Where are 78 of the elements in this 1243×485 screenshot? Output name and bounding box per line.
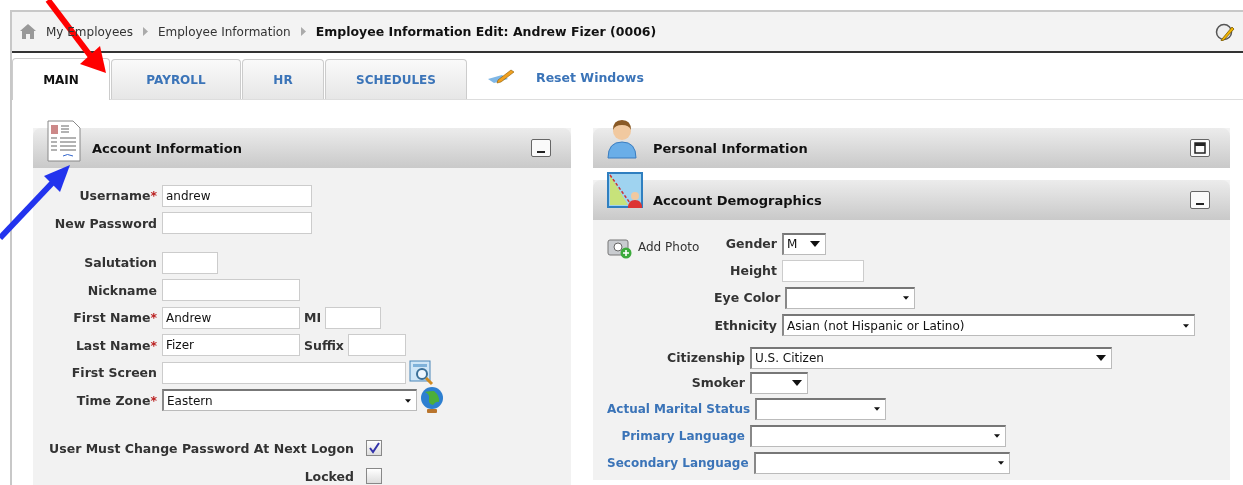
field-label: Username* (78, 188, 158, 204)
text-field[interactable] (347, 334, 406, 357)
field-label: Suffix (303, 337, 345, 353)
pencil-icon (488, 69, 514, 85)
field-label: First Screen (70, 365, 158, 381)
field-label: Time Zone* (75, 392, 158, 408)
reset-windows-link[interactable]: Reset Windows (536, 69, 644, 85)
field-label: New Password (53, 215, 158, 231)
text-field[interactable] (162, 251, 218, 274)
text-field[interactable] (782, 259, 864, 282)
checkbox-label: User Must Change Password At Next Logon (49, 440, 355, 456)
panel-title: Personal Information (653, 140, 808, 156)
home-icon[interactable] (20, 24, 36, 39)
dropdown[interactable] (755, 397, 887, 420)
dropdown[interactable]: U.S. Citizen (750, 346, 1112, 369)
collapse-button[interactable] (531, 139, 551, 157)
chart-person-icon (607, 172, 643, 210)
text-field[interactable] (162, 361, 406, 384)
caret-icon (810, 241, 820, 247)
text-field[interactable]: Andrew (162, 306, 300, 329)
field-label: Primary Language (620, 428, 746, 443)
field-label: Eye Color (714, 290, 782, 305)
panel-title: Account Information (92, 140, 242, 156)
field-label: Gender (724, 236, 778, 251)
caret-icon (1096, 355, 1106, 361)
dropdown[interactable]: M (782, 232, 826, 255)
document-icon (47, 120, 81, 162)
checkbox[interactable] (366, 440, 382, 456)
caret-icon (1183, 323, 1189, 328)
text-field[interactable] (325, 306, 382, 329)
dropdown[interactable] (785, 286, 916, 309)
minus-icon (1196, 202, 1204, 205)
field-label: Secondary Language (607, 455, 750, 470)
field-label: Actual Marital Status (607, 401, 752, 416)
caret-icon (874, 407, 881, 411)
collapse-button[interactable] (1190, 191, 1210, 209)
caret-icon (994, 434, 1000, 438)
field-label: Ethnicity (714, 317, 778, 333)
dropdown[interactable] (753, 451, 1010, 474)
chevron-icon (300, 27, 306, 36)
search-icon[interactable] (409, 359, 435, 386)
person-icon (607, 120, 637, 160)
text-field[interactable] (162, 212, 312, 235)
help-icon[interactable] (1215, 22, 1235, 41)
field-label: MI (303, 310, 323, 326)
dropdown[interactable]: Asian (not Hispanic or Latino) (782, 314, 1195, 336)
field-label: Salutation (83, 255, 158, 271)
dropdown[interactable] (750, 424, 1006, 447)
field-label: Last Name* (74, 337, 158, 353)
text-field[interactable] (162, 279, 300, 302)
checkbox-label: Locked (304, 468, 355, 484)
field-label: Nickname (86, 282, 158, 298)
checkbox[interactable] (366, 468, 382, 484)
add-photo-link[interactable]: Add Photo (638, 240, 700, 254)
text-field[interactable]: Fizer (162, 334, 300, 357)
chevron-icon (142, 27, 148, 36)
field-label: Citizenship (666, 350, 746, 365)
caret-icon (903, 296, 910, 300)
dropdown[interactable]: Eastern (162, 389, 417, 412)
panel-title: Account Demographics (653, 192, 822, 208)
page-title: Employee Information Edit: Andrew Fizer (0006) (315, 24, 657, 39)
minus-icon (537, 150, 545, 153)
caret-icon (997, 461, 1004, 465)
field-label: Smoker (690, 375, 746, 390)
restore-icon (1194, 142, 1206, 154)
dropdown[interactable] (750, 371, 808, 394)
expand-button[interactable] (1190, 139, 1210, 157)
caret-icon (405, 398, 411, 403)
field-label: Height (728, 263, 778, 278)
field-label: First Name* (72, 310, 158, 326)
tab[interactable]: PAYROLL (111, 59, 241, 99)
tab[interactable]: HR (242, 59, 324, 99)
tab[interactable]: MAIN (12, 58, 110, 100)
globe-icon (419, 386, 445, 415)
caret-icon (792, 380, 802, 386)
tab[interactable]: SCHEDULES (325, 59, 467, 99)
breadcrumb-link[interactable]: Employee Information (157, 24, 291, 39)
text-field[interactable]: andrew (162, 184, 312, 207)
